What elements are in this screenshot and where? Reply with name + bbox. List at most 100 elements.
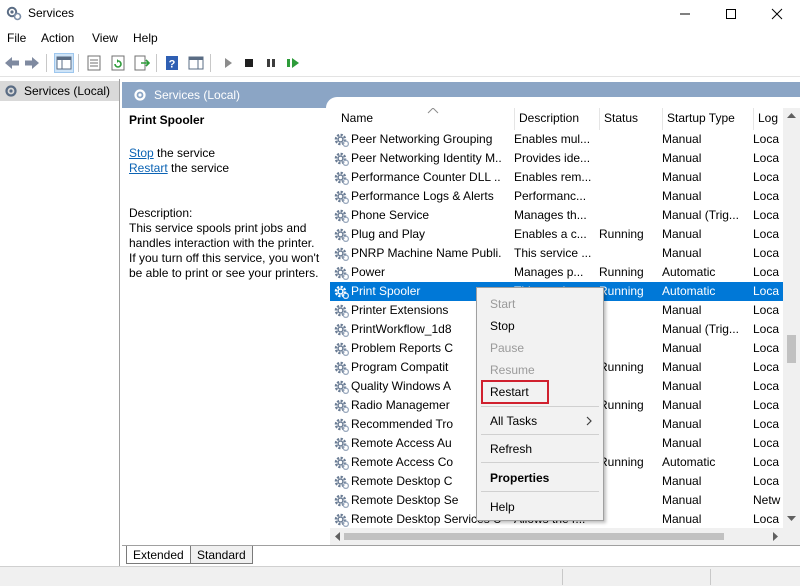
menu-help[interactable]: Help: [133, 31, 158, 45]
service-row[interactable]: Performance Counter DLL ... Enables rem..…: [330, 168, 783, 187]
service-row[interactable]: Phone Service Manages th... Manual (Trig..…: [330, 206, 783, 225]
service-startup-type-cell: Automatic: [662, 284, 716, 298]
services-gear-icon: [134, 89, 146, 101]
service-row[interactable]: PNRP Machine Name Publi... This service .…: [330, 244, 783, 263]
service-status-cell: Running: [599, 265, 644, 279]
all-tasks-label: All Tasks: [490, 414, 538, 428]
menu-action[interactable]: Action: [41, 31, 74, 45]
column-header-log-on-as[interactable]: Log: [754, 111, 783, 127]
pause-service-button[interactable]: [261, 53, 281, 73]
service-log-on-as-cell: Loca: [753, 360, 780, 374]
console-tree-button[interactable]: [54, 53, 74, 73]
service-startup-type-cell: Manual (Trig...: [662, 208, 739, 222]
service-startup-type-cell: Manual: [662, 170, 702, 184]
service-startup-type-cell: Manual: [662, 417, 702, 431]
service-name-cell: Phone Service: [351, 208, 430, 222]
service-status-cell: [599, 436, 659, 451]
tab-standard[interactable]: Standard: [190, 546, 253, 564]
start-service-button[interactable]: [218, 53, 238, 73]
service-description: Description: This service spools print j…: [129, 206, 329, 281]
help-icon: ?: [166, 56, 178, 71]
restart-icon: [287, 58, 299, 68]
forward-arrow-icon: [25, 57, 39, 69]
scroll-right-icon[interactable]: [773, 532, 779, 541]
menu-view[interactable]: View: [92, 31, 118, 45]
service-name-cell: Peer Networking Grouping: [351, 132, 493, 146]
horizontal-scroll-thumb[interactable]: [344, 533, 724, 540]
service-gear-icon: [333, 454, 350, 471]
column-header-name[interactable]: Name: [337, 108, 514, 127]
horizontal-scrollbar[interactable]: [330, 528, 783, 545]
menu-item-resume[interactable]: Resume: [477, 360, 603, 380]
restart-service-button[interactable]: [283, 53, 303, 73]
service-log-on-as-cell: Loca: [753, 322, 780, 336]
service-log-on-as-cell: Loca: [753, 189, 780, 203]
tree-node-services-local[interactable]: Services (Local): [0, 81, 119, 101]
menu-item-start[interactable]: Start: [477, 294, 603, 314]
scroll-down-icon[interactable]: [787, 516, 796, 522]
column-header-startup-type[interactable]: Startup Type: [663, 111, 753, 127]
properties-toolbar-button[interactable]: [84, 53, 104, 73]
close-button[interactable]: [754, 0, 800, 27]
service-startup-type-cell: Automatic: [662, 455, 716, 469]
service-status-cell: [599, 379, 659, 394]
service-description-cell: Enables rem...: [514, 170, 592, 184]
menu-item-all-tasks[interactable]: All Tasks: [477, 411, 603, 431]
service-row[interactable]: Power Manages p... Running Automatic Loca: [330, 263, 783, 282]
vertical-scroll-thumb[interactable]: [787, 335, 796, 363]
refresh-toolbar-button[interactable]: [108, 53, 128, 73]
service-status-cell: [599, 512, 659, 527]
description-label: Description:: [129, 206, 193, 220]
service-log-on-as-cell: Loca: [753, 474, 780, 488]
minimize-button[interactable]: [662, 0, 708, 27]
menu-item-stop[interactable]: Stop: [477, 316, 603, 336]
service-gear-icon: [333, 150, 350, 167]
menu-item-properties[interactable]: Properties: [477, 468, 603, 488]
stop-service-link[interactable]: Stop: [129, 146, 154, 160]
service-status-cell: [599, 341, 659, 356]
service-gear-icon: [333, 169, 350, 186]
menu-item-help[interactable]: Help: [477, 497, 603, 517]
service-gear-icon: [333, 131, 350, 148]
vertical-scrollbar[interactable]: [783, 108, 800, 545]
menu-item-refresh[interactable]: Refresh: [477, 439, 603, 459]
selected-service-title: Print Spooler: [129, 113, 205, 127]
scroll-up-icon[interactable]: [787, 112, 796, 118]
service-gear-icon: [333, 302, 350, 319]
help-toolbar-button[interactable]: ?: [162, 53, 182, 73]
service-row[interactable]: Plug and Play Enables a c... Running Manual…: [330, 225, 783, 244]
back-button[interactable]: [2, 53, 22, 73]
service-description-cell: Enables mul...: [514, 132, 591, 146]
service-gear-icon: [333, 416, 350, 433]
service-status-cell: [599, 303, 659, 318]
tab-extended[interactable]: Extended: [126, 546, 191, 564]
service-name-cell: Plug and Play: [351, 227, 426, 241]
column-header-status[interactable]: Status: [600, 111, 662, 127]
service-name-cell: Peer Networking Identity M...: [351, 151, 501, 165]
service-row[interactable]: Performance Logs & Alerts Performanc... Ma…: [330, 187, 783, 206]
service-startup-type-cell: Manual: [662, 474, 702, 488]
export-list-button[interactable]: [132, 53, 152, 73]
menu-file[interactable]: File: [7, 31, 26, 45]
forward-button[interactable]: [22, 53, 42, 73]
service-startup-type-cell: Manual: [662, 189, 702, 203]
service-row[interactable]: Peer Networking Grouping Enables mul... Ma…: [330, 130, 783, 149]
description-line: handles interaction with the printer.: [129, 236, 315, 250]
pane-header: Services (Local): [122, 82, 800, 108]
maximize-button[interactable]: [708, 0, 754, 27]
service-gear-icon: [333, 492, 350, 509]
stop-service-button[interactable]: [239, 53, 259, 73]
services-pane: Services (Local) Print Spooler Stop the …: [122, 79, 800, 566]
service-startup-type-cell: Manual: [662, 360, 702, 374]
service-status-cell: Running: [599, 455, 644, 469]
column-header-description[interactable]: Description: [515, 111, 599, 127]
restart-service-link[interactable]: Restart: [129, 161, 168, 175]
scroll-left-icon[interactable]: [334, 532, 340, 541]
maximize-icon: [726, 8, 736, 19]
service-row[interactable]: Peer Networking Identity M... Provides id…: [330, 149, 783, 168]
show-hide-action-pane-button[interactable]: [186, 53, 206, 73]
menu-item-pause[interactable]: Pause: [477, 338, 603, 358]
service-gear-icon: [333, 473, 350, 490]
service-log-on-as-cell: Loca: [753, 379, 780, 393]
description-line: If you turn off this service, you won't: [129, 251, 320, 265]
